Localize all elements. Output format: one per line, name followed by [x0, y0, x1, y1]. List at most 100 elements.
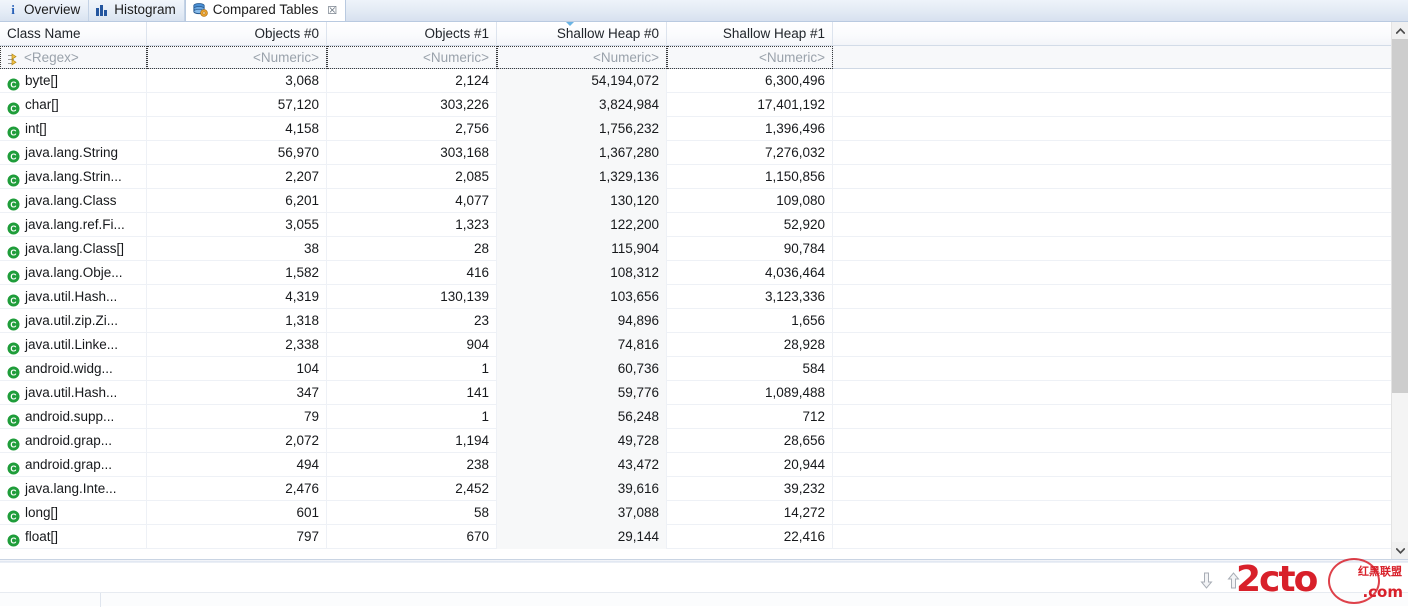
- tab-histogram[interactable]: Histogram: [89, 0, 185, 21]
- compared-tables-table: Class Name Objects #0 Objects #1 Shallow…: [0, 22, 1408, 559]
- table-row[interactable]: C byte[] 3,068 2,124 54,194,072 6,300,49…: [0, 69, 1408, 93]
- table-row[interactable]: C java.util.zip.Zi... 1,318 23 94,896 1,…: [0, 309, 1408, 333]
- table-row[interactable]: C java.lang.Inte... 2,476 2,452 39,616 3…: [0, 477, 1408, 501]
- filter-input-class-name[interactable]: <Regex>: [0, 46, 147, 69]
- scrollbar-track[interactable]: [1392, 39, 1408, 542]
- tab-overview[interactable]: i Overview: [0, 0, 89, 21]
- class-name-label: java.util.Hash...: [25, 381, 117, 405]
- class-icon: C: [7, 291, 20, 304]
- class-icon: C: [7, 243, 20, 256]
- cell-filler: [833, 501, 1408, 525]
- column-header-shallow-heap-1[interactable]: Shallow Heap #1: [667, 22, 833, 46]
- svg-text:C: C: [10, 343, 16, 353]
- class-name-label: java.util.zip.Zi...: [25, 309, 118, 333]
- scroll-down-button[interactable]: [1392, 542, 1408, 559]
- class-icon: C: [7, 411, 20, 424]
- cell-objects-0: 38: [147, 237, 327, 261]
- svg-text:C: C: [10, 103, 16, 113]
- cell-filler: [833, 381, 1408, 405]
- cell-shallow-heap-1: 20,944: [667, 453, 833, 477]
- class-icon: C: [7, 339, 20, 352]
- table-row[interactable]: C java.lang.String 56,970 303,168 1,367,…: [0, 141, 1408, 165]
- table-row[interactable]: C long[] 601 58 37,088 14,272: [0, 501, 1408, 525]
- chevron-down-icon: [1396, 548, 1405, 554]
- cell-shallow-heap-0: 37,088: [497, 501, 667, 525]
- class-icon: C: [7, 387, 20, 400]
- cell-objects-1: 238: [327, 453, 497, 477]
- arrow-up-button[interactable]: [1227, 572, 1240, 589]
- filter-input-objects-1[interactable]: <Numeric>: [327, 46, 497, 69]
- table-row[interactable]: C char[] 57,120 303,226 3,824,984 17,401…: [0, 93, 1408, 117]
- filter-placeholder-objects-1: <Numeric>: [423, 47, 489, 69]
- table-row[interactable]: C java.util.Hash... 4,319 130,139 103,65…: [0, 285, 1408, 309]
- table-row[interactable]: C java.lang.ref.Fi... 3,055 1,323 122,20…: [0, 213, 1408, 237]
- cell-shallow-heap-0: 43,472: [497, 453, 667, 477]
- class-name-label: java.lang.Obje...: [25, 261, 123, 285]
- table-body: C byte[] 3,068 2,124 54,194,072 6,300,49…: [0, 69, 1408, 549]
- arrow-up-icon: [1227, 572, 1240, 589]
- class-icon: C: [7, 531, 20, 544]
- cell-objects-0: 4,158: [147, 117, 327, 141]
- table-row[interactable]: C java.lang.Class[] 38 28 115,904 90,784: [0, 237, 1408, 261]
- cell-shallow-heap-1: 584: [667, 357, 833, 381]
- column-header-class-name[interactable]: Class Name: [0, 22, 147, 46]
- svg-text:C: C: [10, 79, 16, 89]
- status-bar: [0, 592, 1408, 606]
- class-name-label: java.util.Hash...: [25, 285, 117, 309]
- column-header-objects-1[interactable]: Objects #1: [327, 22, 497, 46]
- cell-filler: [833, 141, 1408, 165]
- class-name-label: java.lang.Class: [25, 189, 117, 213]
- cell-objects-1: 416: [327, 261, 497, 285]
- cell-class-name: C android.grap...: [0, 429, 147, 453]
- cell-filler: [833, 477, 1408, 501]
- arrow-down-button[interactable]: [1200, 572, 1213, 589]
- table-row[interactable]: C java.util.Hash... 347 141 59,776 1,089…: [0, 381, 1408, 405]
- table-row[interactable]: C java.lang.Obje... 1,582 416 108,312 4,…: [0, 261, 1408, 285]
- scroll-up-button[interactable]: [1392, 22, 1408, 39]
- filter-input-objects-0[interactable]: <Numeric>: [147, 46, 327, 69]
- cell-filler: [833, 525, 1408, 549]
- class-name-label: long[]: [25, 501, 58, 525]
- cell-filler: [833, 237, 1408, 261]
- svg-text:C: C: [10, 367, 16, 377]
- table-row[interactable]: C android.grap... 2,072 1,194 49,728 28,…: [0, 429, 1408, 453]
- cell-class-name: C java.lang.Obje...: [0, 261, 147, 285]
- class-name-label: float[]: [25, 525, 58, 549]
- table-row[interactable]: C android.supp... 79 1 56,248 712: [0, 405, 1408, 429]
- cell-class-name: C int[]: [0, 117, 147, 141]
- scrollbar-thumb[interactable]: [1392, 39, 1408, 393]
- cell-objects-1: 303,168: [327, 141, 497, 165]
- table-row[interactable]: C android.widg... 104 1 60,736 584: [0, 357, 1408, 381]
- column-header-shallow-heap-0[interactable]: Shallow Heap #0: [497, 22, 667, 46]
- cell-shallow-heap-1: 52,920: [667, 213, 833, 237]
- cell-shallow-heap-0: 108,312: [497, 261, 667, 285]
- table-row[interactable]: C int[] 4,158 2,756 1,756,232 1,396,496: [0, 117, 1408, 141]
- column-header-objects-0[interactable]: Objects #0: [147, 22, 327, 46]
- filter-input-shallow-heap-1[interactable]: <Numeric>: [667, 46, 833, 69]
- editor-tab-bar: i Overview Histogram Compared Tables ☒: [0, 0, 1408, 22]
- close-icon[interactable]: ☒: [327, 4, 337, 17]
- class-icon: C: [7, 219, 20, 232]
- class-icon: C: [7, 123, 20, 136]
- table-row[interactable]: C java.lang.Strin... 2,207 2,085 1,329,1…: [0, 165, 1408, 189]
- cell-objects-1: 58: [327, 501, 497, 525]
- cell-class-name: C java.util.Hash...: [0, 381, 147, 405]
- cell-objects-0: 79: [147, 405, 327, 429]
- column-header-filler: [833, 22, 1408, 46]
- table-row[interactable]: C android.grap... 494 238 43,472 20,944: [0, 453, 1408, 477]
- vertical-scrollbar[interactable]: [1391, 22, 1408, 559]
- table-row[interactable]: C float[] 797 670 29,144 22,416: [0, 525, 1408, 549]
- filter-input-shallow-heap-0[interactable]: <Numeric>: [497, 46, 667, 69]
- class-icon: C: [7, 363, 20, 376]
- table-row[interactable]: C java.util.Linke... 2,338 904 74,816 28…: [0, 333, 1408, 357]
- cell-filler: [833, 357, 1408, 381]
- class-name-label: java.lang.Inte...: [25, 477, 117, 501]
- svg-text:C: C: [10, 415, 16, 425]
- svg-text:C: C: [10, 151, 16, 161]
- cell-class-name: C android.widg...: [0, 357, 147, 381]
- table-row[interactable]: C java.lang.Class 6,201 4,077 130,120 10…: [0, 189, 1408, 213]
- cell-objects-0: 2,072: [147, 429, 327, 453]
- cell-shallow-heap-0: 54,194,072: [497, 69, 667, 93]
- cell-objects-1: 28: [327, 237, 497, 261]
- tab-compared-tables[interactable]: Compared Tables ☒: [185, 0, 346, 21]
